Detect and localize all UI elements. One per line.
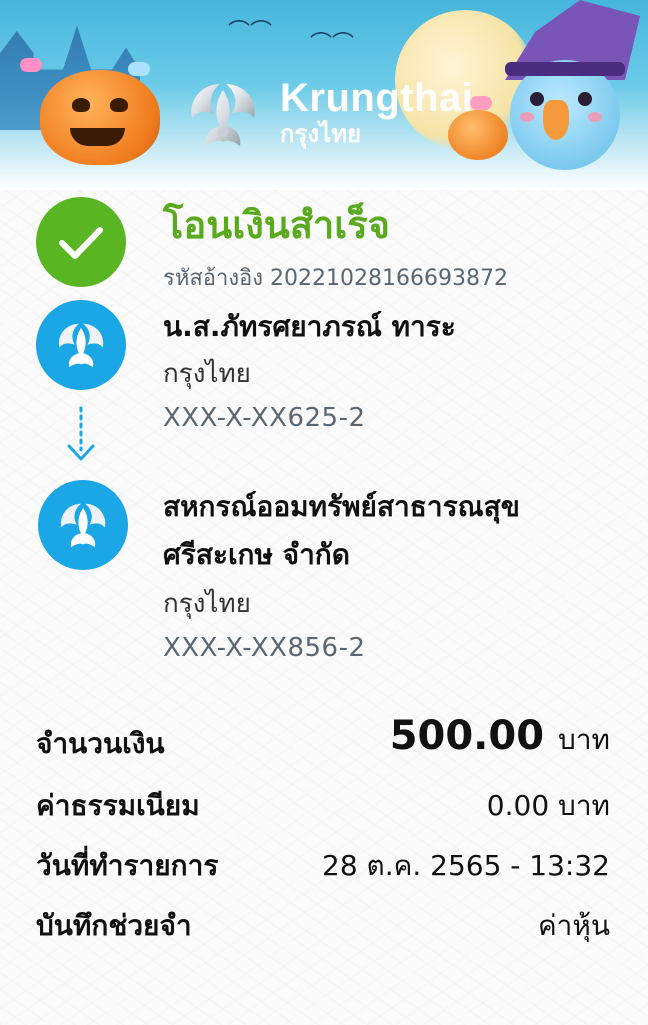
krungthai-bird-icon [191, 84, 255, 146]
sender-bank-logo-icon [36, 300, 126, 390]
amount-value-row: 500.00 บาท [390, 716, 610, 760]
sender-name: น.ส.ภัทรศยาภรณ์ ทาระ [163, 310, 456, 343]
fee-label: ค่าธรรมเนียม [36, 789, 200, 822]
date-value: 28 ต.ค. 2565 - 13:32 [322, 849, 610, 882]
krungthai-logo: Krungthai กรุงไทย [180, 70, 473, 156]
witch-hat-band-decoration [505, 62, 625, 76]
bat-icon: ⌒⌒ [310, 32, 355, 57]
mascot-eye-decoration [530, 92, 544, 106]
receiver-bank-logo-icon [38, 480, 128, 570]
receiver-bank: กรุงไทย [163, 589, 251, 619]
brand-name-th: กรุงไทย [280, 120, 362, 148]
candy-decoration [128, 62, 150, 76]
amount-unit: บาท [558, 723, 610, 756]
mascot-eye-decoration [578, 92, 592, 106]
receiver-account: XXX-X-XX856-2 [163, 633, 366, 663]
arrow-down-icon [67, 406, 95, 461]
slip-page: ⌒⌒ ⌒⌒ Krungthai กรุงไทย โอนเงินสำเร็จ รห… [0, 0, 648, 1025]
pumpkin-eye-decoration [72, 98, 90, 112]
pumpkin-decoration [40, 70, 160, 165]
mascot-cheek-decoration [520, 112, 534, 122]
receiver-name-line1: สหกรณ์ออมทรัพย์สาธารณสุข [163, 490, 520, 523]
memo-label: บันทึกช่วยจำ [36, 909, 192, 942]
sender-bank: กรุงไทย [163, 359, 251, 389]
candy-decoration [20, 58, 42, 72]
amount-label: จำนวนเงิน [36, 727, 165, 760]
pumpkin-eye-decoration [110, 98, 128, 112]
bat-icon: ⌒⌒ [228, 20, 273, 45]
date-label: วันที่ทำรายการ [36, 849, 219, 882]
brand-name-en: Krungthai [280, 76, 474, 120]
fee-value: 0.00 บาท [486, 789, 610, 822]
sender-account: XXX-X-XX625-2 [163, 403, 366, 433]
mascot-beak-decoration [543, 100, 569, 140]
success-check-icon [36, 197, 126, 287]
header-banner: ⌒⌒ ⌒⌒ Krungthai กรุงไทย [0, 0, 648, 190]
amount-value: 500.00 [389, 713, 545, 759]
receiver-name-line2: ศรีสะเกษ จำกัด [163, 538, 350, 571]
reference-number: รหัสอ้างอิง 2022102816669387​2 [163, 266, 508, 291]
transfer-status-title: โอนเงินสำเร็จ [163, 203, 390, 247]
mascot-cheek-decoration [588, 112, 602, 122]
memo-value: ค่าหุ้น [537, 909, 610, 942]
